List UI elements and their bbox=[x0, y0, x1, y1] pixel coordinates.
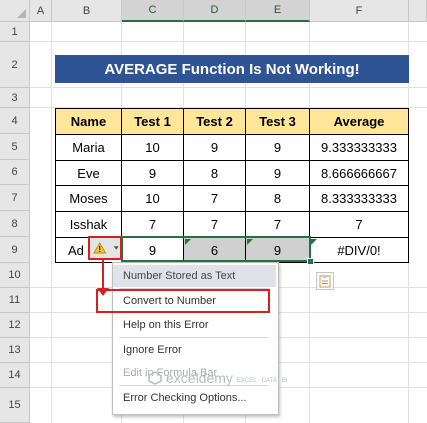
table-header-test1[interactable]: Test 1 bbox=[122, 109, 184, 135]
gridline bbox=[30, 87, 427, 88]
sheet-title[interactable]: AVERAGE Function Is Not Working! bbox=[55, 55, 409, 83]
menu-separator bbox=[119, 337, 269, 338]
column-header-f[interactable]: F bbox=[310, 0, 409, 22]
row-header-2[interactable]: 2 bbox=[0, 42, 30, 88]
menu-item-help-on-this-error[interactable]: Help on this Error bbox=[113, 314, 276, 336]
error-indicator-triangle bbox=[311, 239, 317, 245]
paste-options-icon[interactable] bbox=[316, 272, 334, 290]
column-header-d[interactable]: D bbox=[184, 0, 246, 22]
watermark-logo-icon bbox=[148, 371, 162, 385]
table-cell[interactable]: 9 bbox=[122, 161, 184, 186]
dropdown-arrow-icon bbox=[113, 246, 119, 250]
table-cell[interactable]: 8.666666667 bbox=[310, 161, 409, 186]
error-smart-tag-button[interactable] bbox=[88, 236, 122, 260]
row-header-8[interactable]: 8 bbox=[0, 211, 30, 237]
row-header-4[interactable]: 4 bbox=[0, 108, 30, 134]
clipboard-icon bbox=[319, 275, 331, 288]
table-cell[interactable]: 9 bbox=[184, 135, 246, 161]
fill-handle[interactable] bbox=[307, 258, 314, 265]
row-header-14[interactable]: 14 bbox=[0, 363, 30, 388]
row-header-6[interactable]: 6 bbox=[0, 160, 30, 185]
table-header-test2[interactable]: Test 2 bbox=[184, 109, 246, 135]
table-cell[interactable]: 10 bbox=[122, 186, 184, 212]
table-cell[interactable]: 8 bbox=[246, 186, 310, 212]
gridline bbox=[30, 41, 427, 42]
watermark-brand: exceldemy bbox=[166, 370, 233, 386]
column-header-g[interactable] bbox=[409, 0, 427, 22]
row-header-12[interactable]: 12 bbox=[0, 313, 30, 338]
table-cell[interactable]: Moses bbox=[56, 186, 122, 212]
select-all-corner[interactable] bbox=[0, 0, 30, 22]
table-cell-error[interactable]: #DIV/0! bbox=[310, 238, 409, 263]
highlight-box bbox=[96, 289, 270, 313]
table-cell[interactable]: 7 bbox=[122, 212, 184, 238]
row-header-3[interactable]: 3 bbox=[0, 88, 30, 108]
table-cell[interactable]: 7 bbox=[184, 212, 246, 238]
column-header-b[interactable]: B bbox=[52, 0, 122, 22]
row-header-9[interactable]: 9 bbox=[0, 237, 30, 263]
table-cell[interactable]: 7 bbox=[310, 212, 409, 238]
error-context-menu: Number Stored as Text Convert to Number … bbox=[112, 262, 279, 415]
table-cell[interactable]: 8.333333333 bbox=[310, 186, 409, 212]
watermark: exceldemy EXCEL · DATA · BI bbox=[148, 370, 288, 386]
table-cell[interactable]: 9 bbox=[246, 135, 310, 161]
menu-item-error-checking-options[interactable]: Error Checking Options... bbox=[113, 387, 276, 409]
menu-heading-number-stored-as-text: Number Stored as Text bbox=[113, 265, 276, 287]
table-cell[interactable]: Eve bbox=[56, 161, 122, 186]
menu-item-ignore-error[interactable]: Ignore Error bbox=[113, 339, 276, 361]
table-header-test3[interactable]: Test 3 bbox=[246, 109, 310, 135]
table-header-name[interactable]: Name bbox=[56, 109, 122, 135]
table-cell[interactable]: 10 bbox=[122, 135, 184, 161]
warning-triangle-icon bbox=[93, 242, 107, 254]
watermark-tagline: EXCEL · DATA · BI bbox=[236, 378, 288, 384]
row-header-10[interactable]: 10 bbox=[0, 263, 30, 288]
column-header-e[interactable]: E bbox=[246, 0, 310, 22]
annotation-arrow bbox=[102, 260, 104, 290]
table-cell[interactable]: Isshak bbox=[56, 212, 122, 238]
table-cell[interactable]: 9.333333333 bbox=[310, 135, 409, 161]
selection-range bbox=[121, 236, 311, 262]
table-cell[interactable]: 7 bbox=[246, 212, 310, 238]
row-header-1[interactable]: 1 bbox=[0, 22, 30, 42]
table-cell[interactable]: 9 bbox=[246, 161, 310, 186]
table-cell[interactable]: Maria bbox=[56, 135, 122, 161]
table-cell[interactable]: 8 bbox=[184, 161, 246, 186]
table-cell[interactable]: 7 bbox=[184, 186, 246, 212]
column-header-c[interactable]: C bbox=[122, 0, 184, 22]
row-header-13[interactable]: 13 bbox=[0, 338, 30, 363]
row-header-5[interactable]: 5 bbox=[0, 134, 30, 160]
row-header-11[interactable]: 11 bbox=[0, 288, 30, 313]
row-header-7[interactable]: 7 bbox=[0, 185, 30, 211]
column-header-a[interactable]: A bbox=[30, 0, 52, 22]
row-header-15[interactable]: 15 bbox=[0, 388, 30, 423]
table-header-average[interactable]: Average bbox=[310, 109, 409, 135]
